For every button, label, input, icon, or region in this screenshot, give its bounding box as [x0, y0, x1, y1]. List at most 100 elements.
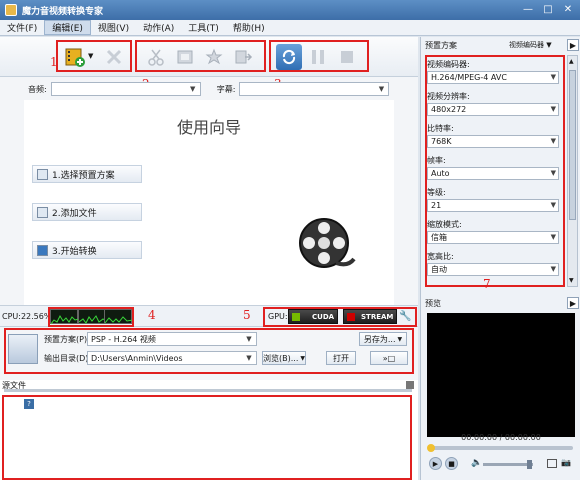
file-list[interactable]: 源文件 ? — [0, 380, 418, 480]
volume-icon[interactable]: 🔈 — [471, 458, 482, 468]
level-label: 等级: — [427, 188, 446, 197]
forward-icon: »□ — [382, 353, 396, 363]
clip-button[interactable] — [172, 44, 198, 70]
convert-button[interactable] — [276, 44, 302, 70]
effects-button[interactable] — [201, 44, 227, 70]
expand-button[interactable]: ▶ — [567, 39, 579, 51]
convert-icon — [37, 244, 48, 256]
pause-icon — [312, 50, 324, 64]
annotation-7: 7 — [483, 277, 491, 291]
scroll-down-icon[interactable]: ▼ — [569, 277, 576, 284]
annotation-box-file-list — [2, 395, 412, 480]
stop-button[interactable] — [334, 44, 360, 70]
merge-button[interactable] — [230, 44, 256, 70]
preview-title: 预览 — [425, 299, 441, 308]
output-dir-label: 输出目录(D): — [44, 354, 92, 363]
chevron-down-icon: ▼ — [550, 105, 556, 113]
add-dropdown-icon[interactable]: ▼ — [88, 52, 93, 60]
step-add-file-button[interactable]: 2.添加文件 — [32, 203, 142, 221]
chevron-down-icon: ▼ — [246, 335, 252, 343]
scroll-up-icon[interactable]: ▲ — [569, 58, 576, 65]
menu-action[interactable]: 动作(A) — [136, 21, 181, 34]
pause-button[interactable] — [305, 44, 331, 70]
chevron-down-icon: ▼ — [546, 41, 552, 49]
fullscreen-icon[interactable] — [547, 459, 557, 468]
preset-label: 预置方案(P): — [44, 335, 90, 344]
add-file-button[interactable] — [62, 44, 88, 70]
open-button[interactable]: 打开 — [326, 351, 356, 365]
remove-button[interactable] — [101, 44, 127, 70]
camera-icon[interactable]: 📷 — [561, 458, 571, 467]
toolbar: 1 ▼ 2 3 — [0, 37, 418, 91]
chevron-down-icon: ▼ — [550, 73, 556, 81]
menu-tools[interactable]: 工具(T) — [181, 21, 226, 34]
menu-file[interactable]: 文件(F) — [0, 21, 44, 34]
minimize-button[interactable]: — — [520, 3, 536, 17]
aspect-ratio-select[interactable]: 自动 ▼ — [427, 263, 559, 276]
seek-bar[interactable] — [427, 444, 573, 452]
save-as-button[interactable]: 另存为... ▼ — [359, 332, 407, 346]
maximize-button[interactable]: □ — [540, 3, 556, 17]
expand-preview-button[interactable]: ▶ — [567, 297, 579, 309]
cuda-badge: CUDA — [288, 309, 339, 324]
film-merge-icon — [235, 50, 253, 64]
chevron-down-icon: ▼ — [190, 85, 196, 93]
volume-slider[interactable] — [483, 460, 533, 469]
file-list-divider — [4, 389, 412, 392]
cut-button[interactable] — [143, 44, 169, 70]
step-select-preset-button[interactable]: 1.选择预置方案 — [32, 165, 142, 183]
status-bar: CPU:22.56% 4 5 GPU: CUDA STREAM 🔧 — [0, 305, 418, 327]
audio-select[interactable]: ▼ — [50, 82, 201, 96]
bitrate-select[interactable]: 768K ▼ — [427, 135, 559, 148]
settings-wrench-icon[interactable]: 🔧 — [399, 310, 412, 323]
gpu-label: GPU: — [268, 312, 288, 321]
output-profile-icon — [8, 334, 38, 364]
delete-icon — [106, 49, 122, 65]
film-add-icon — [65, 48, 85, 67]
subtitle-select[interactable]: ▼ — [239, 82, 390, 96]
preset-title: 预置方案 — [425, 40, 457, 50]
step-start-convert-button[interactable]: 3.开始转换 — [32, 241, 142, 259]
video-encoder-select[interactable]: H.264/MPEG-4 AVC ▼ — [427, 71, 559, 84]
output-options-button[interactable]: »□ — [370, 351, 408, 365]
preset-scrollbar[interactable]: ▲ ▼ — [567, 55, 578, 287]
browse-button[interactable]: 浏览(B)... ▼ — [262, 351, 306, 365]
menu-edit[interactable]: 编辑(E) — [44, 20, 91, 35]
preset-header: 预置方案 视频编码器 ▼ ▶ — [421, 37, 580, 53]
close-button[interactable]: ✕ — [560, 3, 576, 17]
film-strip-icon — [177, 50, 193, 64]
volume-handle[interactable] — [527, 460, 532, 469]
chevron-down-icon: ▼ — [550, 137, 556, 145]
seek-handle[interactable] — [427, 444, 435, 452]
subtitle-label: 字幕: — [216, 84, 236, 94]
list-toggle-icon[interactable] — [406, 381, 414, 389]
menu-view[interactable]: 视图(V) — [91, 21, 136, 34]
wizard-panel: 使用向导 1.选择预置方案 2.添加文件 3.开始转换 — [24, 100, 394, 305]
annotation-box-4 — [48, 307, 134, 327]
chevron-down-icon: ▼ — [550, 169, 556, 177]
output-dir-select[interactable]: D:\Users\Anmin\Videos ▼ — [87, 351, 257, 365]
preset-category-dropdown[interactable]: 视频编码器 ▼ — [509, 40, 552, 50]
framerate-select[interactable]: Auto ▼ — [427, 167, 559, 180]
film-reel-icon — [299, 218, 356, 268]
level-select[interactable]: 21 ▼ — [427, 199, 559, 212]
preview-panel: 预览 ▶ 00:00:00 / 00:00:00 ▶ ■ 🔈 📷 — [421, 295, 580, 480]
refresh-icon — [282, 49, 296, 65]
stop-icon[interactable]: ■ — [445, 457, 458, 470]
preset-select[interactable]: PSP - H.264 视频 ▼ — [87, 332, 257, 346]
preset-fields: 视频编码器: H.264/MPEG-4 AVC ▼ 视频分辨率: 480x272 ▼… — [425, 55, 565, 291]
stream-badge: STREAM — [343, 309, 398, 324]
add-file-icon — [37, 206, 48, 218]
play-icon[interactable]: ▶ — [429, 457, 442, 470]
scroll-thumb[interactable] — [569, 70, 576, 220]
chevron-down-icon: ▼ — [550, 233, 556, 241]
scissors-icon — [148, 49, 164, 66]
window-controls: — □ ✕ — [520, 3, 576, 17]
menu-help[interactable]: 帮助(H) — [226, 21, 272, 34]
output-panel: 预置方案(P): PSP - H.264 视频 ▼ 另存为... ▼ 输出目录(D… — [4, 328, 414, 376]
resolution-select[interactable]: 480x272 ▼ — [427, 103, 559, 116]
filter-row: 音频: ▼ 字幕: ▼ — [0, 78, 418, 100]
preview-screen — [427, 313, 575, 437]
chevron-down-icon: ▼ — [378, 85, 385, 93]
scale-mode-select[interactable]: 信箱 ▼ — [427, 231, 559, 244]
